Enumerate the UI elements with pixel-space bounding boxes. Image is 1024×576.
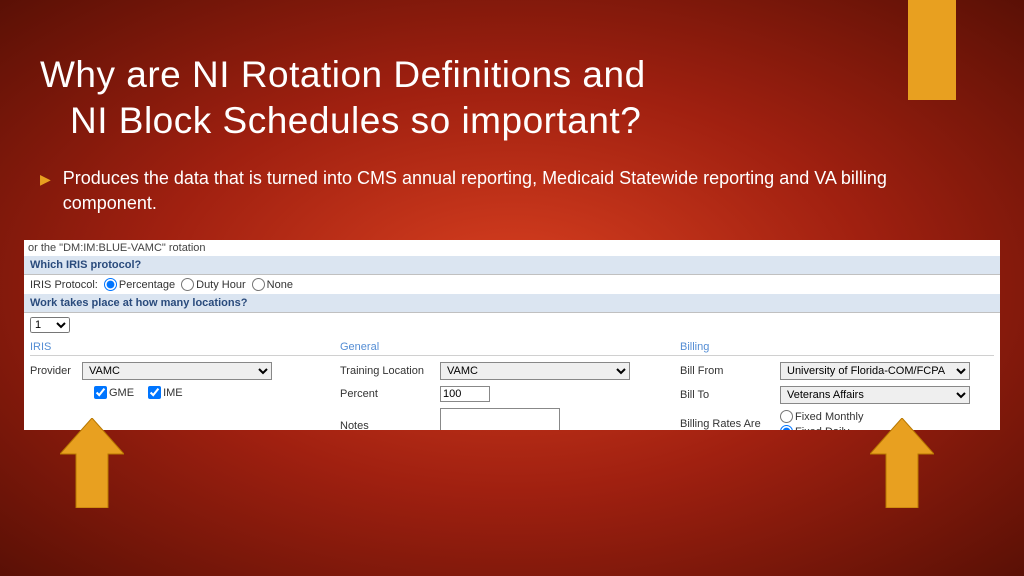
checkbox-gme[interactable]: GME xyxy=(94,386,134,399)
bill-from-select[interactable]: University of Florida-COM/FCPA xyxy=(780,362,970,380)
section-iris-protocol: Which IRIS protocol? xyxy=(24,256,1000,275)
training-location-label: Training Location xyxy=(340,365,436,377)
billing-rates-label: Billing Rates Are xyxy=(680,418,776,430)
col-head-billing: Billing xyxy=(680,341,994,356)
title-line2: NI Block Schedules so important? xyxy=(40,98,646,144)
form-screenshot: or the "DM:IM:BLUE-VAMC" rotation Which … xyxy=(24,240,1000,430)
iris-protocol-row: IRIS Protocol: Percentage Duty Hour None xyxy=(24,275,1000,294)
radio-duty-hour[interactable]: Duty Hour xyxy=(181,278,246,291)
radio-fixed-monthly[interactable]: Fixed Monthly xyxy=(780,410,863,423)
accent-tab xyxy=(908,0,956,100)
col-head-general: General xyxy=(340,341,680,356)
column-iris: IRIS Provider VAMC GME IME xyxy=(30,341,340,430)
radio-none[interactable]: None xyxy=(252,278,293,291)
training-location-select[interactable]: VAMC xyxy=(440,362,630,380)
title-line1: Why are NI Rotation Definitions and xyxy=(40,52,646,98)
section-locations: Work takes place at how many locations? xyxy=(24,294,1000,313)
iris-protocol-label: IRIS Protocol: xyxy=(30,279,98,291)
column-billing: Billing Bill From University of Florida-… xyxy=(680,341,994,430)
provider-select[interactable]: VAMC xyxy=(82,362,272,380)
body-bullet: ▶ Produces the data that is turned into … xyxy=(40,166,984,216)
provider-label: Provider xyxy=(30,365,78,377)
rotation-context: or the "DM:IM:BLUE-VAMC" rotation xyxy=(24,240,1000,256)
bill-to-select[interactable]: Veterans Affairs xyxy=(780,386,970,404)
locations-select[interactable]: 1 xyxy=(30,317,70,333)
bill-from-label: Bill From xyxy=(680,365,776,377)
radio-fixed-daily[interactable]: Fixed Daily xyxy=(780,425,863,430)
radio-percentage[interactable]: Percentage xyxy=(104,278,175,291)
bullet-text: Produces the data that is turned into CM… xyxy=(63,166,984,216)
percent-label: Percent xyxy=(340,388,436,400)
bill-to-label: Bill To xyxy=(680,389,776,401)
arrow-right-icon xyxy=(870,418,934,508)
notes-textarea[interactable] xyxy=(440,408,560,430)
notes-label: Notes xyxy=(340,420,436,430)
column-general: General Training Location VAMC Percent N… xyxy=(340,341,680,430)
bullet-icon: ▶ xyxy=(40,166,51,216)
checkbox-ime[interactable]: IME xyxy=(148,386,183,399)
arrow-left-icon xyxy=(60,418,124,508)
slide-title: Why are NI Rotation Definitions and NI B… xyxy=(40,52,646,145)
col-head-iris: IRIS xyxy=(30,341,340,356)
percent-input[interactable] xyxy=(440,386,490,402)
